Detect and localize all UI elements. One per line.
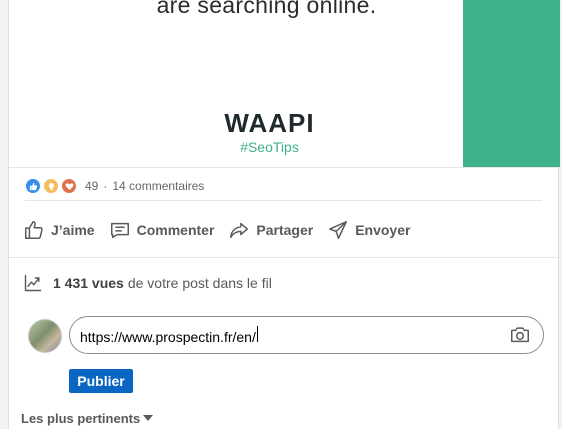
- reaction-icons[interactable]: [25, 178, 79, 194]
- social-counts: 49 · 14 commentaires: [25, 176, 204, 196]
- share-button[interactable]: Partager: [228, 212, 313, 248]
- views-text: de votre post dans le fil: [127, 275, 272, 291]
- action-bar: J’aime Commenter Partager Envoyer: [23, 212, 424, 248]
- image-hashtag: #SeoTips: [240, 139, 299, 155]
- like-button[interactable]: J’aime: [23, 212, 95, 248]
- post-card: are searching online. WAAPI #SeoTips 49 …: [8, 0, 560, 429]
- image-green-band: [463, 0, 560, 167]
- post-views[interactable]: 1 431 vues de votre post dans le fil: [23, 272, 272, 294]
- post-image[interactable]: are searching online. WAAPI #SeoTips: [9, 0, 560, 168]
- separator: ·: [103, 179, 108, 193]
- sort-label: Les plus pertinents: [21, 410, 141, 426]
- camera-icon[interactable]: [509, 324, 531, 346]
- reaction-count[interactable]: 49: [85, 179, 98, 193]
- comment-input[interactable]: https://www.prospectin.fr/en/: [80, 325, 509, 345]
- comment-label: Commenter: [136, 222, 215, 238]
- divider: [25, 200, 542, 201]
- send-button[interactable]: Envoyer: [327, 212, 410, 248]
- caret-down-icon: [143, 415, 154, 421]
- image-headline: are searching online.: [156, 0, 377, 18]
- love-icon: [61, 178, 77, 194]
- thumbs-up-icon: [25, 221, 43, 239]
- comment-field[interactable]: https://www.prospectin.fr/en/: [69, 316, 544, 354]
- sort-dropdown[interactable]: Les plus pertinents: [21, 408, 154, 428]
- divider: [9, 257, 558, 258]
- publish-button[interactable]: Publier: [69, 369, 133, 393]
- views-count: 1 431 vues: [53, 275, 124, 291]
- comment-input-value: https://www.prospectin.fr/en/: [80, 328, 256, 345]
- like-icon: [25, 178, 41, 194]
- send-icon: [329, 221, 348, 239]
- analytics-icon: [24, 274, 42, 292]
- like-label: J’aime: [51, 222, 95, 238]
- share-icon: [230, 222, 249, 239]
- comments-count[interactable]: 14 commentaires: [112, 179, 204, 193]
- send-label: Envoyer: [355, 222, 411, 238]
- avatar[interactable]: [28, 319, 62, 353]
- share-label: Partager: [256, 222, 314, 238]
- insightful-icon: [43, 178, 59, 194]
- text-caret: [256, 325, 258, 342]
- comment-icon: [110, 222, 129, 239]
- comment-button[interactable]: Commenter: [109, 212, 215, 248]
- waapi-logo: WAAPI: [224, 108, 315, 138]
